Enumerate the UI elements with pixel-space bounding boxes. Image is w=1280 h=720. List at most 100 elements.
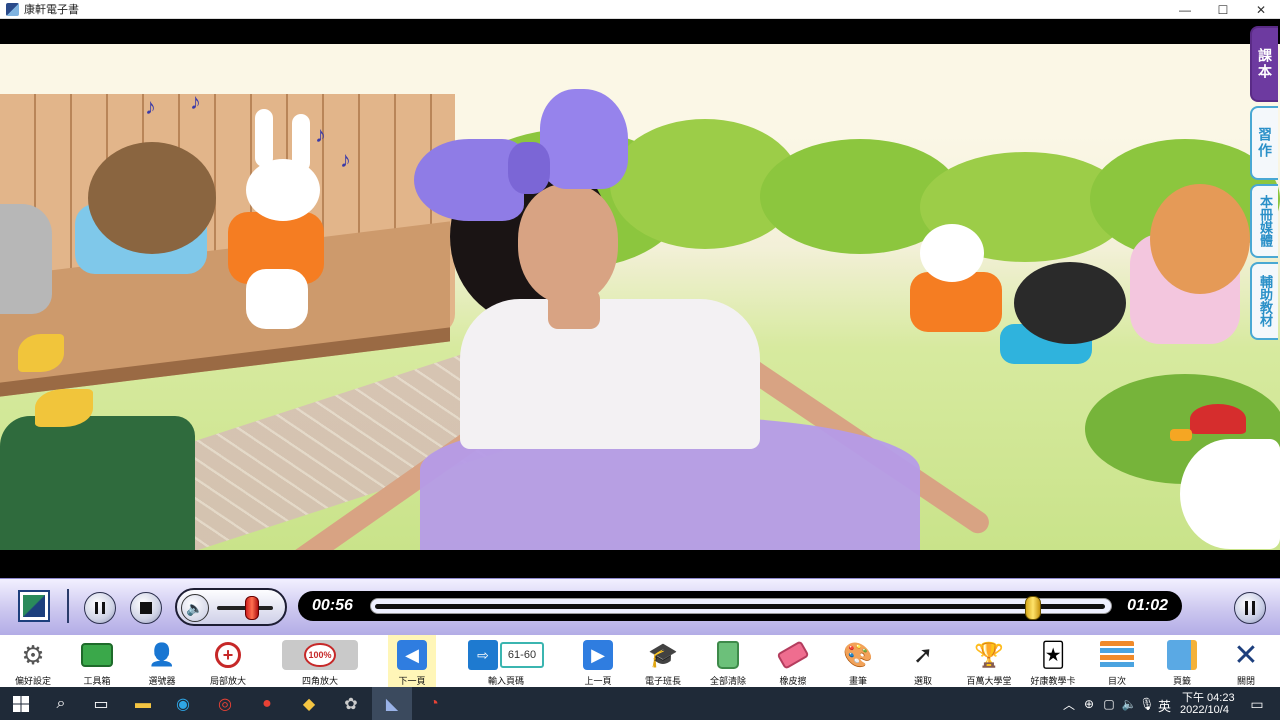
tool-label: 輸入頁碼: [487, 676, 524, 686]
seek-fill: [375, 604, 1105, 609]
task-view-icon[interactable]: ▭: [88, 691, 114, 717]
bunny-ear: [255, 109, 273, 167]
side-tabs: 課本 習作 本冊媒體 輔助教材: [1250, 26, 1280, 346]
tool-label: 選取: [913, 676, 932, 686]
goose-beak: [1170, 429, 1192, 441]
select-button[interactable]: ➚ 選取: [898, 635, 948, 687]
contents-button[interactable]: 目次: [1092, 635, 1142, 687]
divider: [67, 589, 69, 623]
bunny-character: [246, 159, 320, 221]
tool-label: 四角放大: [301, 676, 338, 686]
current-time: 00:56: [312, 597, 353, 614]
tool-label: 目次: [1107, 676, 1126, 686]
maximize-button[interactable]: ☐: [1204, 0, 1242, 19]
tab-media[interactable]: 本冊媒體: [1250, 184, 1278, 258]
tab-workbook[interactable]: 習作: [1250, 106, 1278, 180]
toolbox-icon: [80, 639, 114, 671]
close-button[interactable]: ✕ 關閉: [1222, 635, 1270, 687]
prev-page-button[interactable]: ▶ 上一頁: [574, 635, 622, 687]
dancer-face: [518, 184, 618, 304]
chrome-icon[interactable]: ◎: [212, 691, 238, 717]
local-zoom-button[interactable]: + 局部放大: [203, 635, 253, 687]
tool-label: 工具箱: [83, 676, 111, 686]
cards-icon: 🃏: [1040, 641, 1066, 669]
ebook-app-icon[interactable]: ◣: [379, 691, 405, 717]
prev-arrow-icon: ◀: [395, 639, 429, 671]
app-icon[interactable]: ◆: [296, 691, 322, 717]
tool-label: 上一頁: [584, 676, 612, 686]
music-note-icon: ♪: [340, 147, 351, 172]
tab-materials[interactable]: 輔助教材: [1250, 262, 1278, 340]
tab-textbook[interactable]: 課本: [1250, 26, 1278, 102]
hair-bow-knot: [508, 142, 550, 194]
corner-zoom-button[interactable]: 100% 四角放大: [280, 635, 360, 687]
corner-zoom-icon: 100%: [281, 639, 359, 671]
volume-knob[interactable]: [245, 596, 259, 620]
page-input-button[interactable]: ⇨ 61-60 輸入頁碼: [466, 635, 546, 687]
volume-control: 🔈: [175, 588, 287, 626]
minimize-button[interactable]: —: [1166, 0, 1204, 19]
windows-taskbar: ⌕ ▭ ▬ ◉ ◎ ● ◆ ✿ ◣ ◔ ︿ ⊕ ▢ 🔈 🎙 英 下午 04:23…: [0, 687, 1280, 720]
total-time: 01:02: [1127, 597, 1168, 614]
pause-icon: [95, 602, 105, 614]
class-leader-button[interactable]: 🎓 電子班長: [638, 635, 688, 687]
goose-hat: [1190, 404, 1246, 434]
eraser-button[interactable]: 橡皮擦: [768, 635, 818, 687]
progress-bar: 00:56 01:02: [298, 591, 1182, 621]
edge-icon[interactable]: ◉: [170, 691, 196, 717]
speaker-icon[interactable]: 🔈: [181, 594, 209, 622]
preferences-button[interactable]: ⚙ 偏好設定: [8, 635, 58, 687]
tool-label: 偏好設定: [14, 676, 51, 686]
stop-button[interactable]: [130, 592, 162, 624]
page-number-field[interactable]: 61-60: [500, 642, 544, 668]
dancer-shirt: [460, 299, 760, 449]
bookmark-button[interactable]: 頁籤: [1157, 635, 1207, 687]
hair-bow: [540, 89, 628, 189]
file-explorer-icon[interactable]: ▬: [130, 691, 156, 717]
next-page-button[interactable]: ◀ 下一頁: [388, 635, 436, 687]
tool-label: 橡皮擦: [779, 676, 807, 686]
windows-start-icon[interactable]: [8, 691, 34, 717]
letterbox-bottom: [0, 550, 1280, 578]
cat-character: [1014, 262, 1126, 344]
video-frame[interactable]: ♪ ♪ ♪ ♪: [0, 44, 1280, 550]
clear-all-button[interactable]: 全部清除: [703, 635, 753, 687]
bookmark-icon: [1165, 639, 1199, 671]
bear-character: [88, 142, 216, 254]
green-trash-bin: [0, 416, 195, 550]
pause-button[interactable]: [84, 592, 116, 624]
pen-button[interactable]: 🎨 畫筆: [833, 635, 883, 687]
recorder-icon[interactable]: ◔: [421, 691, 447, 717]
ime-indicator[interactable]: 英: [1158, 696, 1171, 715]
search-icon[interactable]: ⌕: [48, 691, 74, 717]
leaf: [18, 334, 64, 372]
kangxuan-logo-icon: [18, 590, 50, 622]
notification-icon[interactable]: ▭: [1244, 691, 1270, 717]
million-school-button[interactable]: 🏆 百萬大學堂: [962, 635, 1016, 687]
toolbox-button[interactable]: 工具箱: [72, 635, 122, 687]
tray-time: 下午 04:23: [1182, 692, 1235, 704]
tool-label: 頁籤: [1172, 676, 1191, 686]
music-note-icon: ♪: [315, 122, 326, 147]
app-logo-icon: [6, 2, 19, 16]
girl-character: [1150, 184, 1250, 294]
bunny-legs: [246, 269, 308, 329]
seek-track[interactable]: [370, 596, 1112, 620]
teaching-cards-button[interactable]: 🃏 好康教學卡: [1030, 635, 1076, 687]
hair-bow: [414, 139, 524, 221]
tool-label: 局部放大: [209, 676, 246, 686]
app-icon[interactable]: ✿: [338, 691, 364, 717]
tool-label: 畫筆: [848, 676, 867, 686]
window-title: 康軒電子書: [24, 4, 79, 16]
close-window-button[interactable]: ✕: [1242, 0, 1280, 19]
palette-icon: 🎨: [843, 641, 873, 669]
tray-date: 2022/10/4: [1180, 704, 1229, 716]
tool-label: 下一頁: [398, 676, 426, 686]
zoom-icon: +: [211, 639, 245, 671]
fullscreen-button[interactable]: [1234, 592, 1266, 624]
app-icon[interactable]: ●: [254, 691, 280, 717]
ebook-toolbar: ⚙ 偏好設定 工具箱 👤 選號器 + 局部放大 100% 四角放大 ◀ 下一頁: [0, 635, 1280, 687]
seek-knob[interactable]: [1025, 596, 1041, 620]
microphone-icon[interactable]: 🎙: [1134, 691, 1160, 717]
number-picker-button[interactable]: 👤 選號器: [137, 635, 187, 687]
